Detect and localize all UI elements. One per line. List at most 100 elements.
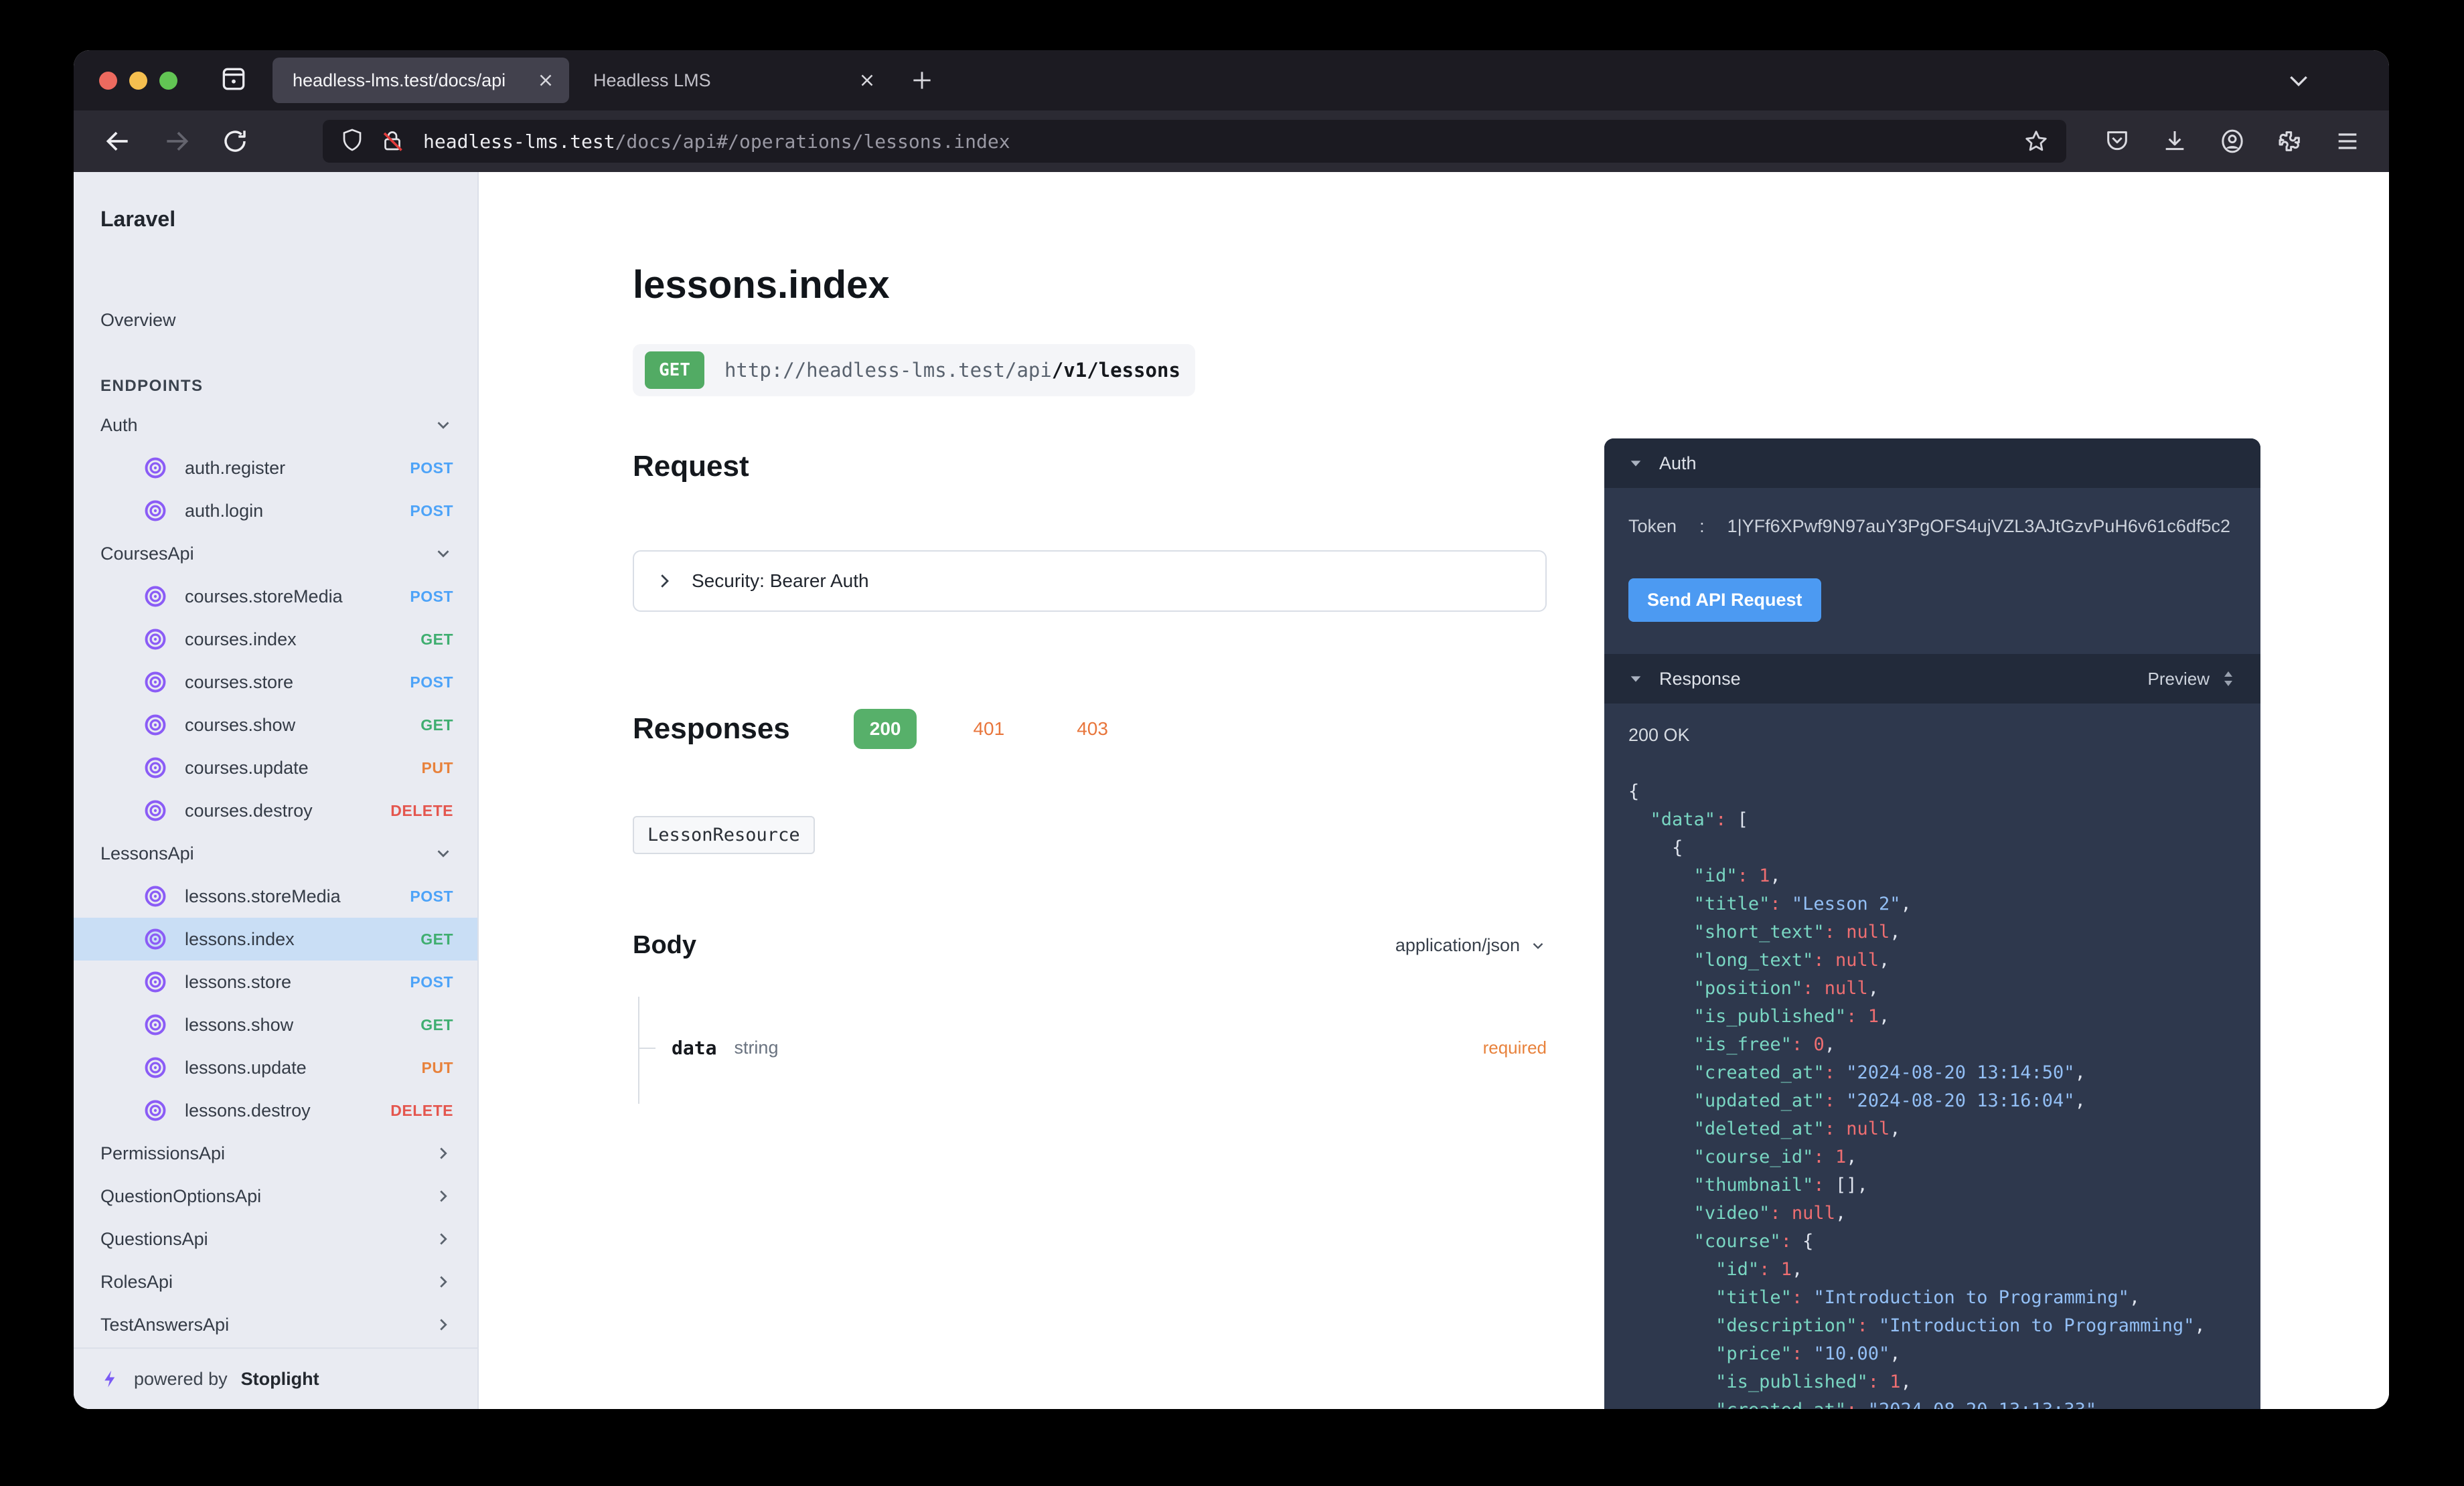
chevron-right-icon [433,1143,453,1163]
sidebar-item-courses.storeMedia[interactable]: courses.storeMediaPOST [74,575,477,618]
sidebar-group-CoursesApi[interactable]: CoursesApi [74,532,477,575]
bullseye-icon [143,884,167,908]
bullseye-icon [143,756,167,780]
sidebar-group-Auth[interactable]: Auth [74,404,477,446]
sidebar-group-TestAnswersApi[interactable]: TestAnswersApi [74,1303,477,1346]
sidebar-item-courses.store[interactable]: courses.storePOST [74,661,477,704]
sidebar-item-courses.index[interactable]: courses.indexGET [74,618,477,661]
bullseye-icon [143,713,167,737]
resource-chip[interactable]: LessonResource [633,816,815,854]
chevron-down-icon [1529,937,1547,955]
pocket-icon[interactable] [2104,128,2131,155]
account-icon[interactable] [2219,128,2246,155]
tracking-shield-icon[interactable] [340,127,364,157]
forward-button[interactable] [162,127,191,156]
minimize-window-button[interactable] [129,72,147,90]
close-icon[interactable] [536,70,556,90]
navigation-toolbar: headless-lms.test/docs/api#/operations/l… [74,110,2389,172]
response-tab-401[interactable]: 401 [957,709,1020,749]
bullseye-icon [143,799,167,823]
token-separator: : [1699,516,1705,537]
bookmark-star-icon[interactable] [2023,129,2049,154]
chevron-down-icon[interactable] [2285,67,2312,94]
chevron-right-icon [433,1272,453,1292]
main-content: lessons.index GET http://headless-lms.te… [479,172,2389,1409]
auth-header-label: Auth [1659,453,1697,474]
sidebar-group-QuestionOptionsApi[interactable]: QuestionOptionsApi [74,1175,477,1218]
sidebar-item-lessons.storeMedia[interactable]: lessons.storeMediaPOST [74,875,477,918]
preview-toggle[interactable]: Preview [2148,669,2236,689]
sidebar-item-auth.register[interactable]: auth.registerPOST [74,446,477,489]
responses-heading: Responses [633,712,790,746]
bullseye-icon [143,456,167,480]
sidebar-item-courses.destroy[interactable]: courses.destroyDELETE [74,789,477,832]
chevron-down-icon [433,544,453,564]
token-value[interactable]: 1|YFf6XPwf9N97auY3PgOFS4ujVZL3AJtGzvPuH6… [1727,516,2230,537]
close-icon[interactable] [857,70,877,90]
bullseye-icon [143,1056,167,1080]
auth-panel-header[interactable]: Auth [1604,438,2260,488]
content-type-select[interactable]: application/json [1395,935,1547,956]
bullseye-icon [143,499,167,523]
response-json[interactable]: { "data": [ { "id": 1, "title": "Lesson … [1604,778,2260,1409]
bullseye-icon [143,927,167,951]
sidebar-group-RolesApi[interactable]: RolesApi [74,1260,477,1303]
sidebar-section-endpoints: ENDPOINTS [74,369,477,404]
security-accordion[interactable]: Security: Bearer Auth [633,550,1547,612]
required-badge: required [1483,1038,1547,1058]
caret-down-icon [1628,671,1643,686]
url-input[interactable]: headless-lms.test/docs/api#/operations/l… [323,120,2066,163]
send-api-request-button[interactable]: Send API Request [1628,578,1821,622]
download-icon[interactable] [2161,128,2188,155]
caret-down-icon [1628,456,1643,471]
zoom-window-button[interactable] [159,72,177,90]
endpoint-url-bar[interactable]: GET http://headless-lms.test/api/v1/less… [633,344,1195,396]
bullseye-icon [143,1098,167,1123]
response-tab-200[interactable]: 200 [854,709,917,749]
bullseye-icon [143,1013,167,1037]
schema-field-data[interactable]: data string required [638,1037,1547,1059]
sidebar-item-courses.show[interactable]: courses.showGET [74,704,477,746]
chevron-down-icon [433,843,453,863]
sidebar-item-courses.update[interactable]: courses.updatePUT [74,746,477,789]
lightning-bolt-icon [100,1368,121,1390]
tab-bar: headless-lms.test/docs/api Headless LMS [74,50,2389,110]
tab-docs-api[interactable]: headless-lms.test/docs/api [273,58,569,103]
sidebar-group-LessonsApi[interactable]: LessonsApi [74,832,477,875]
back-button[interactable] [103,127,133,156]
sidebar-group-QuestionsApi[interactable]: QuestionsApi [74,1218,477,1260]
sidebar-item-lessons.update[interactable]: lessons.updatePUT [74,1046,477,1089]
sidebar-item-lessons.store[interactable]: lessons.storePOST [74,961,477,1003]
insecure-lock-icon[interactable] [380,128,404,155]
token-label: Token [1628,516,1677,537]
response-status: 200 OK [1628,725,2260,746]
sidebar-group-PermissionsApi[interactable]: PermissionsApi [74,1132,477,1175]
new-tab-button[interactable] [909,68,935,93]
sidebar-title: Laravel [74,172,477,247]
sidebar-item-lessons.destroy[interactable]: lessons.destroyDELETE [74,1089,477,1132]
bullseye-icon [143,627,167,651]
response-tab-403[interactable]: 403 [1061,709,1124,749]
field-name: data [672,1037,716,1059]
sidebar-item-lessons.index[interactable]: lessons.indexGET [74,918,477,961]
schema-tree: data string required [633,997,1547,1104]
sort-arrows-icon [2220,670,2236,687]
sidebar-item-overview[interactable]: Overview [74,299,477,341]
response-panel-header[interactable]: Response Preview [1604,654,2260,704]
chevron-right-icon [433,1229,453,1249]
page-title: lessons.index [633,262,1547,307]
request-heading: Request [633,450,1547,483]
sidebar-item-lessons.show[interactable]: lessons.showGET [74,1003,477,1046]
reload-button[interactable] [221,127,249,155]
sidebar-footer[interactable]: powered by Stoplight [74,1347,477,1409]
menu-hamburger-icon[interactable] [2334,128,2361,155]
stoplight-brand: Stoplight [241,1369,319,1390]
extensions-puzzle-icon[interactable] [2277,128,2303,155]
auth-panel-body: Token : 1|YFf6XPwf9N97auY3PgOFS4ujVZL3AJ… [1604,488,2260,654]
close-window-button[interactable] [99,72,117,90]
security-label: Security: Bearer Auth [692,570,869,592]
tab-title: headless-lms.test/docs/api [293,70,536,91]
firefox-view-icon[interactable] [219,64,248,97]
sidebar-item-auth.login[interactable]: auth.loginPOST [74,489,477,532]
tab-headless-lms[interactable]: Headless LMS [569,58,891,103]
